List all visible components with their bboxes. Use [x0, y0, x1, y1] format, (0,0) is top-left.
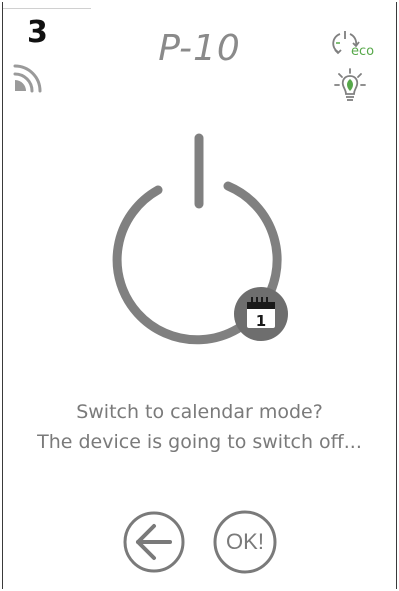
ok-button[interactable]: OK! — [212, 509, 278, 575]
confirmation-prompt: Switch to calendar mode? The device is g… — [0, 397, 399, 457]
prompt-warning: The device is going to switch off... — [37, 431, 362, 453]
calendar-icon: 1 — [234, 287, 288, 341]
eco-label: eco — [351, 44, 375, 59]
power-icon: 1 — [112, 133, 288, 345]
divider — [3, 8, 91, 9]
leaf-bulb-icon — [334, 68, 366, 101]
arrow-left-icon — [136, 524, 172, 560]
ok-button-label: OK! — [226, 529, 264, 554]
back-button[interactable] — [122, 510, 186, 574]
prompt-question: Switch to calendar mode? — [76, 401, 323, 423]
calendar-day: 1 — [256, 312, 266, 330]
